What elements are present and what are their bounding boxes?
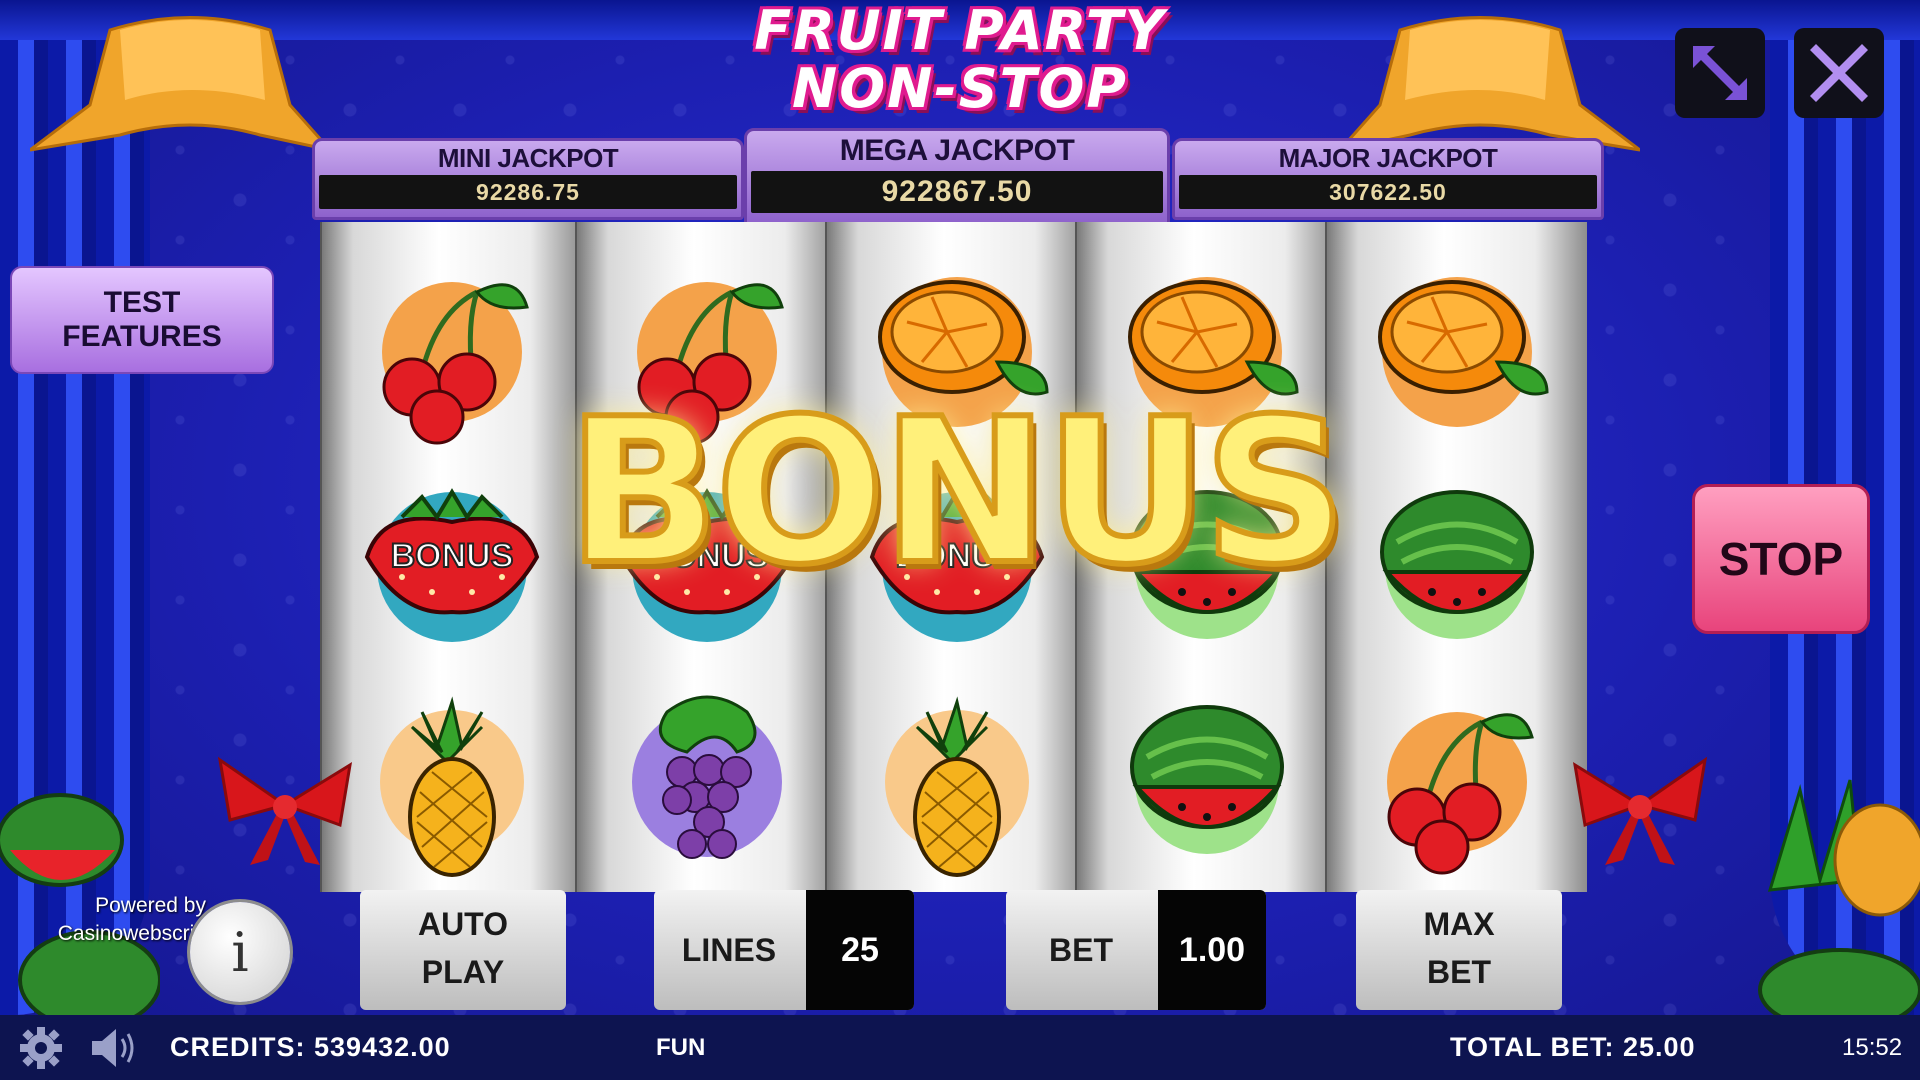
major-jackpot-panel: MAJOR JACKPOT 307622.50 [1172,138,1604,220]
total-bet-display: TOTAL BET: 25.00 [1450,1032,1696,1062]
bonus-symbol-label: BONUS [391,537,514,575]
red-bow-left [217,756,353,865]
game-title: FRUIT PARTY NON-STOP [740,2,1180,118]
status-bar: CREDITS: 539432.00 FUN TOTAL BET: 25.00 … [0,1015,1920,1080]
mega-jackpot-label: MEGA JACKPOT [839,134,1075,167]
major-jackpot-label: MAJOR JACKPOT [1278,143,1498,173]
test-features-label-2: FEATURES [62,320,222,353]
max-bet-label-2: BET [1427,954,1491,990]
mega-jackpot-panel: MEGA JACKPOT 922867.50 [744,128,1170,226]
mode-display: FUN [656,1033,706,1061]
major-jackpot-value: 307622.50 [1179,175,1597,209]
lines-value[interactable]: 25 [806,890,914,1010]
autoplay-label-2: PLAY [421,954,505,990]
grapes-symbol [632,695,782,859]
powered-by-text: Powered by Casinowebscrip [30,892,206,948]
mini-jackpot-value: 92286.75 [319,175,737,209]
mini-jackpot-label: MINI JACKPOT [437,143,619,173]
pineapple-symbol [380,696,524,877]
decor-fruits-right [1758,779,1920,1020]
autoplay-label-1: AUTO [417,906,509,942]
fullscreen-icon [1693,46,1747,100]
gear-icon [20,1026,62,1069]
mega-jackpot-value: 922867.50 [751,171,1163,213]
sound-button[interactable] [88,1015,138,1080]
red-bow-right [1572,756,1708,865]
pineapple-symbol [885,696,1029,877]
close-button[interactable] [1794,28,1884,118]
game-title-line1: FRUIT PARTY [754,0,1166,62]
max-bet-button[interactable]: MAX BET [1356,890,1562,1010]
game-title-line2: NON-STOP [792,57,1128,120]
speaker-icon [92,1028,134,1067]
bet-control[interactable]: BET 1.00 [1006,890,1266,1010]
clock-display: 15:52 [1842,1033,1903,1061]
credits-display: CREDITS: 539432.00 [170,1032,451,1062]
cherry-symbol [1387,712,1534,875]
bet-label: BET [1049,931,1113,968]
close-icon [1810,44,1868,102]
mini-jackpot-panel: MINI JACKPOT 92286.75 [312,138,744,220]
powered-by-line2: Casinowebscrip [57,922,206,945]
orange-symbol [1378,277,1549,427]
powered-by-line1: Powered by [95,894,206,917]
settings-button[interactable] [18,1015,64,1080]
bet-value[interactable]: 1.00 [1158,890,1266,1010]
lines-label: LINES [681,931,777,968]
lines-control[interactable]: LINES 25 [654,890,914,1010]
watermelon-symbol [1380,490,1534,639]
fullscreen-button[interactable] [1675,28,1765,118]
info-button[interactable]: i [190,902,290,1002]
test-features-label-1: TEST [103,286,181,319]
test-features-button[interactable]: TEST FEATURES [10,266,274,374]
info-icon: i [231,920,249,984]
cherry-symbol [382,282,529,445]
strawberry-bonus-symbol: BONUS [364,488,540,642]
watermelon-symbol [1130,705,1284,854]
stop-button[interactable]: STOP [1692,484,1870,634]
autoplay-button[interactable]: AUTO PLAY [360,890,566,1010]
bonus-overlay-text: BONUS [564,375,1350,611]
max-bet-label-1: MAX [1423,906,1495,942]
